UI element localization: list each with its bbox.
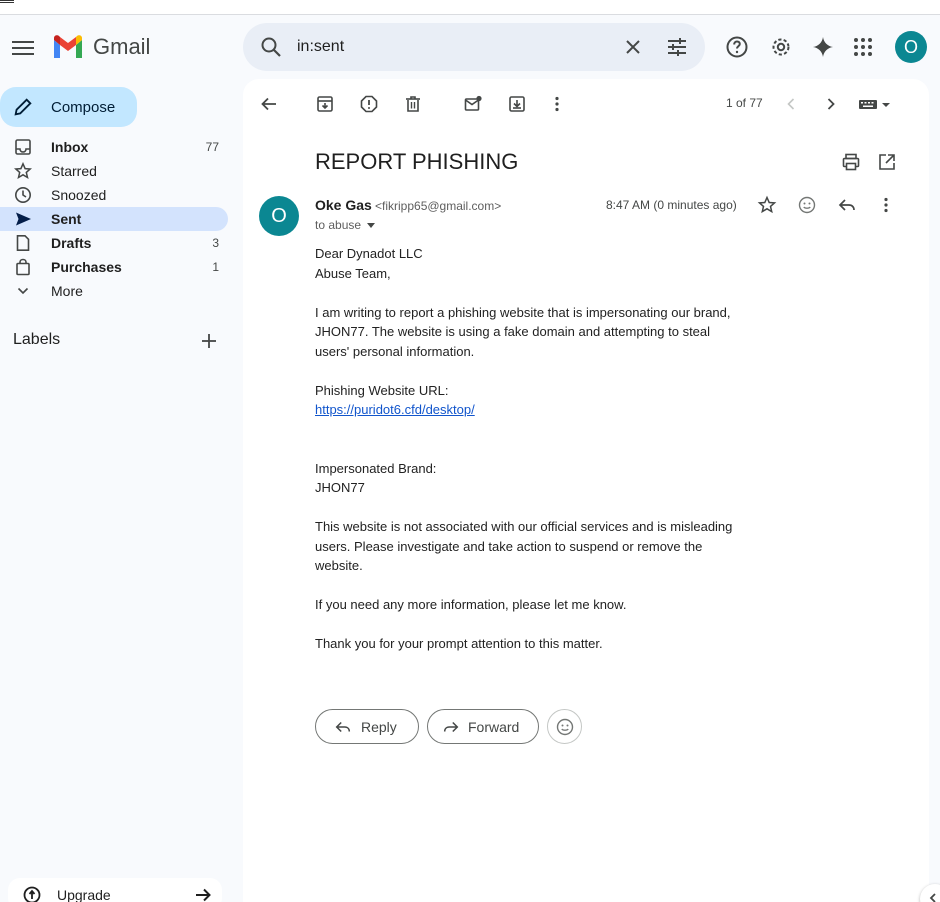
gmail-logo xyxy=(54,35,82,58)
upgrade-button[interactable]: Upgrade xyxy=(8,878,222,902)
reply-button[interactable]: Reply xyxy=(315,709,419,744)
body-paragraph: If you need any more information, please… xyxy=(315,597,627,612)
mark-unread-icon[interactable] xyxy=(463,94,483,114)
upgrade-icon xyxy=(23,886,41,902)
move-to-icon[interactable] xyxy=(507,94,527,114)
sidebar-item-drafts[interactable]: Drafts 3 xyxy=(0,231,228,255)
window-mark xyxy=(0,0,14,3)
close-icon[interactable] xyxy=(621,35,645,59)
unread-count: 77 xyxy=(205,140,219,154)
search-bar[interactable] xyxy=(243,23,705,71)
sidebar-item-more[interactable]: More xyxy=(0,279,228,303)
more-vert-icon[interactable] xyxy=(876,195,896,215)
arrow-right-icon xyxy=(196,888,211,902)
email-body: Dear Dynadot LLC Abuse Team, I am writin… xyxy=(315,244,735,673)
inbox-icon xyxy=(15,139,31,155)
gmail-logo-text: Gmail xyxy=(93,34,151,59)
purchases-count: 1 xyxy=(212,260,219,274)
email-subject: REPORT PHISHING xyxy=(315,149,519,174)
greeting-line: Dear Dynadot LLC xyxy=(315,246,423,261)
sidebar-item-label: More xyxy=(51,283,83,299)
more-vert-icon[interactable] xyxy=(547,94,567,114)
reply-icon[interactable] xyxy=(837,195,857,215)
reply-label: Reply xyxy=(361,719,397,735)
sidebar-item-inbox[interactable]: Inbox 77 xyxy=(0,135,228,159)
brand-label: Impersonated Brand: xyxy=(315,460,437,476)
forward-label: Forward xyxy=(468,719,520,735)
email-timestamp: 8:47 AM (0 minutes ago) xyxy=(606,198,737,212)
report-spam-icon[interactable] xyxy=(359,94,379,114)
chevron-left-icon[interactable] xyxy=(781,94,801,114)
compose-label: Compose xyxy=(51,99,116,116)
sidebar-item-label: Starred xyxy=(51,163,97,179)
reply-icon xyxy=(335,721,351,733)
print-icon[interactable] xyxy=(841,152,861,172)
browser-top-strip xyxy=(0,0,940,15)
body-paragraph: I am writing to report a phishing websit… xyxy=(315,304,731,359)
keyboard-input-icon[interactable] xyxy=(857,94,893,114)
sidebar-item-label: Snoozed xyxy=(51,187,107,203)
forward-button[interactable]: Forward xyxy=(427,709,539,744)
trash-icon[interactable] xyxy=(403,94,423,114)
forward-icon xyxy=(443,721,459,733)
draft-icon xyxy=(16,235,30,251)
search-input[interactable] xyxy=(297,35,597,59)
apps-grid-icon[interactable] xyxy=(851,35,875,59)
sidebar-item-snoozed[interactable]: Snoozed xyxy=(0,183,228,207)
sidebar-item-sent[interactable]: Sent xyxy=(0,207,228,231)
archive-icon[interactable] xyxy=(315,94,335,114)
settings-gear-icon[interactable] xyxy=(769,35,793,59)
sidebar-item-label: Drafts xyxy=(51,235,92,251)
recipient-details-toggle[interactable]: to abuse xyxy=(315,218,376,232)
add-label-icon[interactable] xyxy=(200,332,218,350)
labels-heading: Labels xyxy=(13,331,61,348)
gemini-sparkle-icon[interactable] xyxy=(811,35,835,59)
sidebar-item-starred[interactable]: Starred xyxy=(0,159,228,183)
main-menu-button[interactable] xyxy=(12,38,34,56)
phishing-url-link[interactable]: https://puridot6.cfd/desktop/ xyxy=(315,402,475,417)
emoji-reaction-button[interactable] xyxy=(547,709,582,744)
chevron-down-icon xyxy=(17,287,29,295)
emoji-reaction-icon[interactable] xyxy=(797,195,817,215)
chevron-left-icon xyxy=(929,893,936,902)
account-avatar[interactable]: O xyxy=(895,31,927,63)
recipient-label: to abuse xyxy=(315,218,362,232)
pagination-count: 1 of 77 xyxy=(726,96,763,110)
body-paragraph: Thank you for your prompt attention to t… xyxy=(315,636,603,651)
sender-avatar[interactable]: O xyxy=(259,196,299,236)
sender-name: Oke Gas xyxy=(315,197,372,213)
url-label: Phishing Website URL: xyxy=(315,382,449,398)
shopping-bag-icon xyxy=(16,258,30,276)
upgrade-label: Upgrade xyxy=(57,887,111,902)
greeting-line: Abuse Team, xyxy=(315,265,391,281)
brand-value: JHON77 xyxy=(315,480,365,495)
sidebar-item-label: Inbox xyxy=(51,139,89,155)
sidebar-item-label: Purchases xyxy=(51,259,122,275)
help-icon[interactable] xyxy=(725,35,749,59)
sidebar-item-label: Sent xyxy=(51,211,82,227)
star-icon xyxy=(14,162,32,180)
clock-icon xyxy=(15,187,31,203)
caret-down-icon xyxy=(367,223,376,229)
open-in-new-window-icon[interactable] xyxy=(877,152,897,172)
compose-button[interactable]: Compose xyxy=(0,87,137,127)
sender-email: <fikripp65@gmail.com> xyxy=(375,199,502,213)
sidebar-item-purchases[interactable]: Purchases 1 xyxy=(0,255,228,279)
search-icon[interactable] xyxy=(259,35,283,59)
chevron-right-icon[interactable] xyxy=(821,94,841,114)
body-paragraph: This website is not associated with our … xyxy=(315,519,733,573)
star-icon[interactable] xyxy=(757,195,777,215)
message-pane: 1 of 77 REPORT PHISHING O Oke Gas <fikri… xyxy=(243,79,929,902)
send-icon xyxy=(16,212,31,226)
search-options-icon[interactable] xyxy=(665,35,689,59)
back-arrow-icon[interactable] xyxy=(259,94,279,114)
pencil-icon xyxy=(14,98,32,116)
draft-count: 3 xyxy=(212,236,219,250)
emoji-icon xyxy=(556,718,574,736)
sidebar-nav: Inbox 77 Starred Snoozed Sent Drafts 3 P… xyxy=(0,135,228,303)
